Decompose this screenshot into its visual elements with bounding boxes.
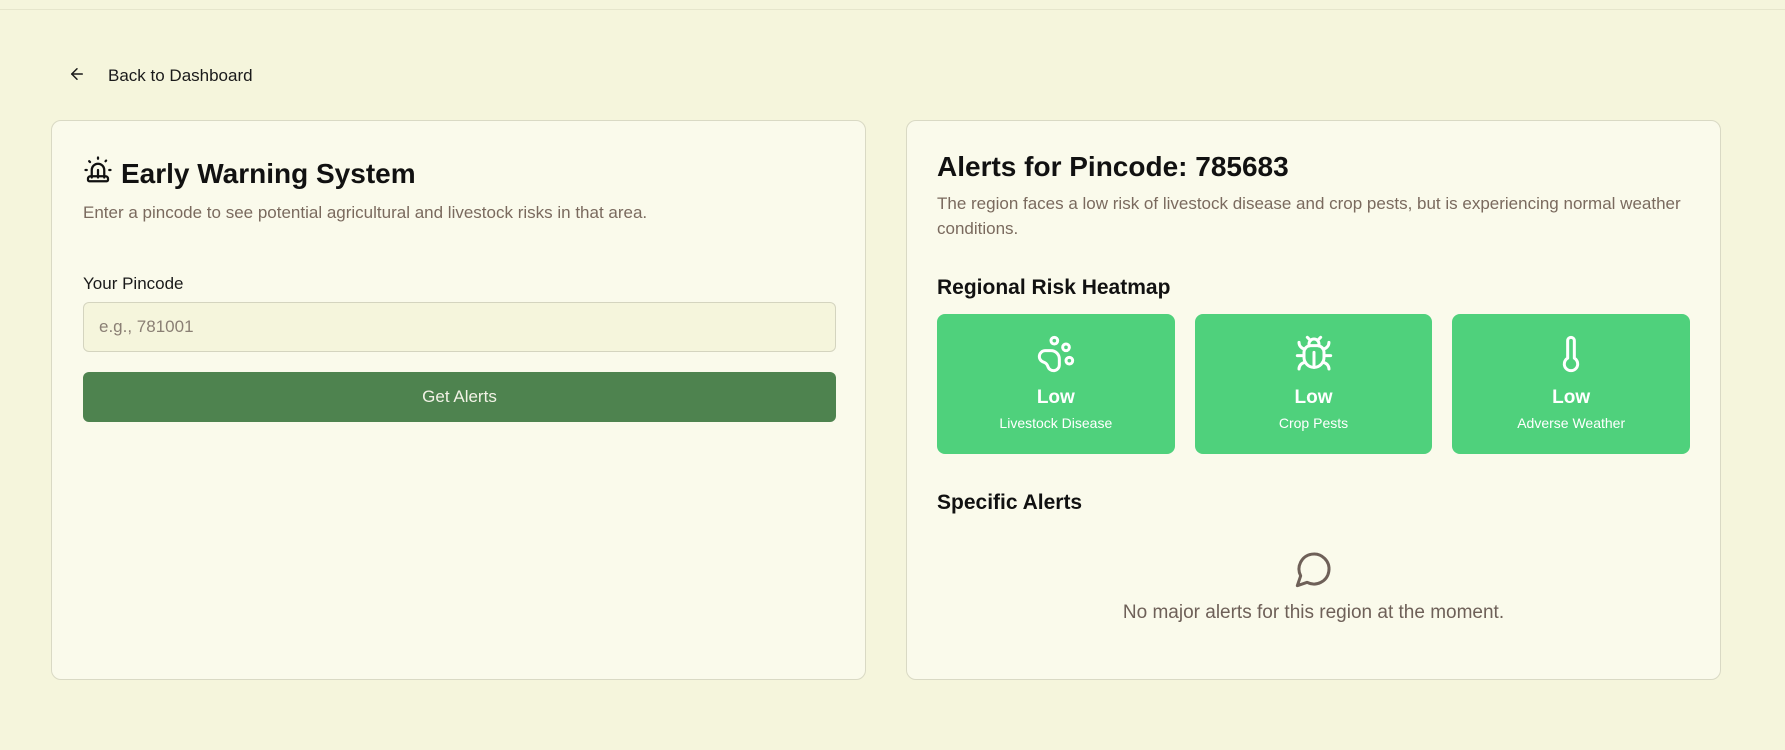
risk-name: Crop Pests <box>1278 415 1349 431</box>
heatmap-title: Regional Risk Heatmap <box>937 276 1171 299</box>
risk-tile-crop-pests: Low Crop Pests <box>1194 314 1433 454</box>
back-to-dashboard-link[interactable]: Back to Dashboard <box>68 62 253 90</box>
top-divider <box>0 9 1785 10</box>
risk-level: Low <box>1036 387 1075 408</box>
early-warning-title-text: Early Warning System <box>121 157 416 189</box>
risk-name: Livestock Disease <box>999 415 1113 431</box>
alerts-card: Alerts for Pincode: 785683 The region fa… <box>906 120 1721 680</box>
no-alerts-message: No major alerts for this region at the m… <box>1122 602 1505 623</box>
early-warning-description: Enter a pincode to see potential agricul… <box>83 203 648 222</box>
alerts-summary: The region faces a low risk of livestock… <box>937 194 1681 238</box>
risk-tile-livestock-disease: Low Livestock Disease <box>937 314 1175 454</box>
get-alerts-button[interactable]: Get Alerts <box>83 372 836 422</box>
early-warning-card: Early Warning System Enter a pincode to … <box>51 120 866 680</box>
risk-level: Low <box>1294 387 1333 408</box>
bug-icon <box>1294 334 1334 379</box>
back-link-label: Back to Dashboard <box>108 66 253 85</box>
siren-icon <box>83 155 113 192</box>
arrow-left-icon <box>68 65 86 88</box>
alerts-title: Alerts for Pincode: 785683 <box>937 151 1289 182</box>
paw-print-icon <box>1036 334 1076 379</box>
message-circle-icon <box>1294 549 1334 594</box>
specific-alerts-title: Specific Alerts <box>937 491 1083 514</box>
pincode-input[interactable] <box>83 302 836 352</box>
risk-name: Adverse Weather <box>1517 415 1626 431</box>
early-warning-title: Early Warning System <box>83 155 416 192</box>
risk-level: Low <box>1552 387 1591 408</box>
no-alerts-empty-state: No major alerts for this region at the m… <box>937 549 1690 624</box>
risk-tile-adverse-weather: Low Adverse Weather <box>1452 314 1691 454</box>
risk-heatmap: Low Livestock Disease Low Crop Pests Low… <box>937 314 1691 454</box>
thermometer-icon <box>1551 334 1591 379</box>
pincode-label: Your Pincode <box>83 274 184 293</box>
